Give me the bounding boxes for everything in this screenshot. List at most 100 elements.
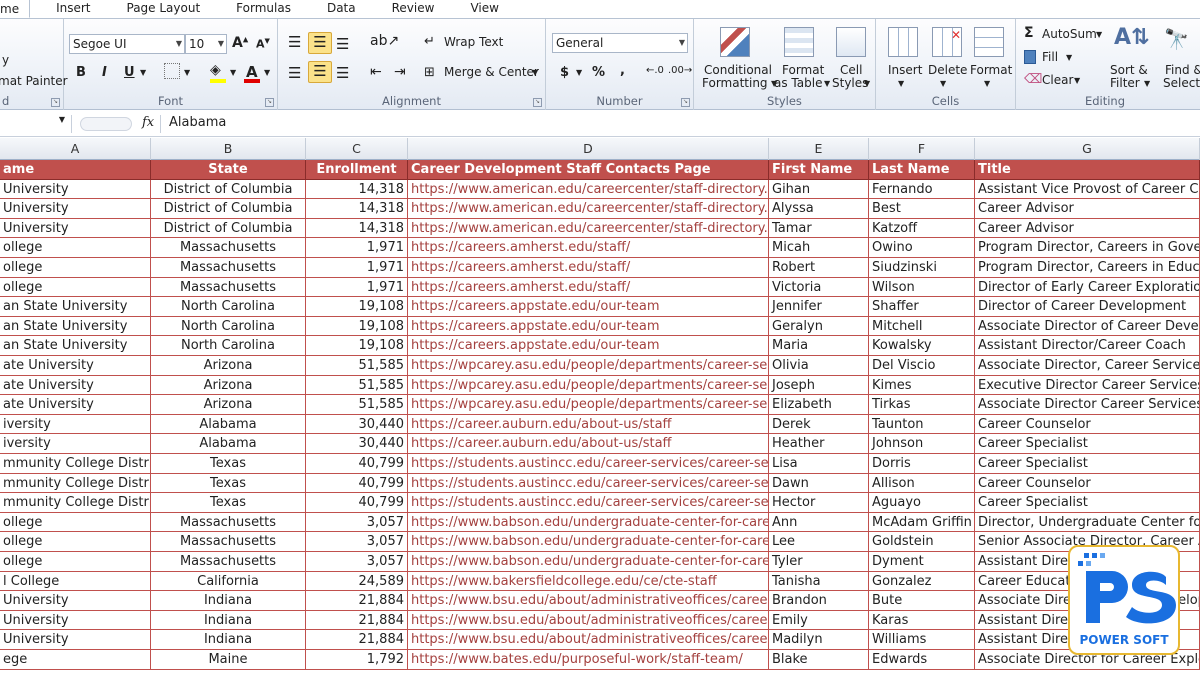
clipboard-launcher-icon[interactable]: ↘ — [51, 98, 60, 107]
table-cell[interactable]: Owino — [869, 238, 975, 258]
table-cell[interactable]: Arizona — [151, 356, 306, 376]
align-top-icon[interactable]: ☰ — [288, 33, 301, 51]
insert-function-icon[interactable]: fx — [142, 115, 154, 130]
clear-button[interactable]: Clear — [1042, 73, 1073, 87]
table-cell[interactable]: Alabama — [151, 434, 306, 454]
table-cell[interactable]: 1,971 — [306, 277, 408, 298]
table-cell[interactable]: https://students.austincc.edu/career-ser… — [408, 493, 769, 513]
increase-indent-icon[interactable]: ⇥ — [394, 64, 406, 80]
table-cell[interactable]: 51,585 — [306, 375, 408, 396]
align-left-icon[interactable]: ☰ — [288, 64, 301, 82]
borders-icon[interactable] — [164, 63, 180, 79]
chevron-down-icon[interactable]: ▼ — [898, 79, 904, 88]
find-select-icon[interactable]: 🔭 — [1164, 27, 1189, 51]
table-cell[interactable]: North Carolina — [151, 336, 306, 356]
table-cell[interactable]: Kimes — [869, 375, 975, 396]
table-cell[interactable]: mmunity College District — [0, 454, 151, 474]
table-cell[interactable]: Shaffer — [869, 297, 975, 317]
table-cell[interactable]: University — [0, 218, 151, 239]
table-cell[interactable]: 14,318 — [306, 179, 408, 200]
format-as-table-label-2[interactable]: as Table — [774, 76, 822, 90]
table-cell[interactable]: Allison — [869, 473, 975, 494]
table-cell[interactable]: 30,440 — [306, 434, 408, 454]
table-cell[interactable]: https://www.babson.edu/undergraduate-cen… — [408, 512, 769, 533]
table-cell[interactable]: Jennifer — [769, 297, 869, 317]
align-middle-icon[interactable]: ☰ — [308, 32, 332, 54]
header-cell[interactable]: Last Name — [869, 160, 975, 180]
table-cell[interactable]: Alabama — [151, 414, 306, 435]
table-cell[interactable]: Maria — [769, 336, 869, 356]
decrease-indent-icon[interactable]: ⇤ — [370, 64, 382, 80]
table-cell[interactable]: Joseph — [769, 375, 869, 396]
number-format-select[interactable]: General ▼ — [552, 33, 688, 53]
table-cell[interactable]: an State University — [0, 297, 151, 317]
table-cell[interactable]: North Carolina — [151, 316, 306, 337]
table-cell[interactable]: Karas — [869, 610, 975, 631]
table-cell[interactable]: Tanisha — [769, 571, 869, 592]
table-cell[interactable]: ollege — [0, 238, 151, 258]
table-cell[interactable]: Madilyn — [769, 630, 869, 650]
table-cell[interactable]: 40,799 — [306, 493, 408, 513]
table-cell[interactable]: https://careers.appstate.edu/our-team — [408, 316, 769, 337]
table-cell[interactable]: https://www.american.edu/careercenter/st… — [408, 179, 769, 200]
table-cell[interactable]: ollege — [0, 512, 151, 533]
table-cell[interactable]: 19,108 — [306, 336, 408, 356]
table-cell[interactable]: Massachusetts — [151, 258, 306, 278]
table-cell[interactable]: https://students.austincc.edu/career-ser… — [408, 473, 769, 494]
table-cell[interactable]: Mitchell — [869, 316, 975, 337]
autosum-icon[interactable]: Σ — [1024, 25, 1034, 41]
table-cell[interactable]: Massachusetts — [151, 277, 306, 298]
header-cell[interactable]: Career Development Staff Contacts Page — [408, 160, 769, 180]
table-cell[interactable]: Dyment — [869, 552, 975, 572]
table-cell[interactable]: ate University — [0, 395, 151, 415]
table-cell[interactable]: Career Advisor — [975, 199, 1200, 219]
table-cell[interactable]: https://wpcarey.asu.edu/people/departmen… — [408, 395, 769, 415]
table-cell[interactable]: Wilson — [869, 277, 975, 298]
table-cell[interactable]: Brandon — [769, 591, 869, 611]
table-cell[interactable]: https://www.bsu.edu/about/administrative… — [408, 591, 769, 611]
cell-styles-icon[interactable] — [836, 27, 866, 57]
table-cell[interactable]: ate University — [0, 375, 151, 396]
table-cell[interactable]: 14,318 — [306, 199, 408, 219]
header-cell[interactable]: State — [151, 160, 306, 180]
table-cell[interactable]: https://www.american.edu/careercenter/st… — [408, 218, 769, 239]
table-cell[interactable]: 19,108 — [306, 316, 408, 337]
chevron-down-icon[interactable]: ▼ — [576, 68, 582, 77]
table-cell[interactable]: Dorris — [869, 454, 975, 474]
table-cell[interactable]: Alyssa — [769, 199, 869, 219]
table-cell[interactable]: Elizabeth — [769, 395, 869, 415]
merge-center-icon[interactable]: ⊞ — [424, 65, 435, 80]
table-cell[interactable]: University — [0, 630, 151, 650]
table-cell[interactable]: Texas — [151, 493, 306, 513]
table-cell[interactable]: Arizona — [151, 395, 306, 415]
comma-button[interactable]: , — [620, 63, 625, 78]
chevron-down-icon[interactable]: ▼ — [230, 68, 236, 77]
table-cell[interactable]: Heather — [769, 434, 869, 454]
table-cell[interactable]: 19,108 — [306, 297, 408, 317]
table-cell[interactable]: Career Specialist — [975, 434, 1200, 454]
table-cell[interactable]: https://careers.amherst.edu/staff/ — [408, 258, 769, 278]
header-cell[interactable]: Enrollment — [306, 160, 408, 180]
table-cell[interactable]: 3,057 — [306, 512, 408, 533]
align-bottom-icon[interactable]: ☰ — [336, 35, 349, 53]
table-cell[interactable]: mmunity College District — [0, 473, 151, 494]
table-cell[interactable]: Kowalsky — [869, 336, 975, 356]
delete-cells-icon[interactable]: ✕ — [932, 27, 962, 57]
chevron-down-icon[interactable]: ▼ — [532, 68, 538, 77]
table-cell[interactable]: 40,799 — [306, 473, 408, 494]
table-cell[interactable]: Emily — [769, 610, 869, 631]
font-name-select[interactable]: Segoe UI ▼ — [69, 34, 185, 54]
table-cell[interactable]: Williams — [869, 630, 975, 650]
table-cell[interactable]: Director of Career Development — [975, 297, 1200, 317]
table-cell[interactable]: Geralyn — [769, 316, 869, 337]
table-cell[interactable]: Associate Director, Career Services — [975, 356, 1200, 376]
fill-icon[interactable] — [1024, 50, 1036, 64]
table-cell[interactable]: Fernando — [869, 179, 975, 200]
table-cell[interactable]: Arizona — [151, 375, 306, 396]
format-as-table-icon[interactable] — [784, 27, 814, 57]
table-cell[interactable]: 30,440 — [306, 414, 408, 435]
chevron-down-icon[interactable]: ▼ — [864, 79, 870, 88]
table-cell[interactable]: Program Director, Careers in Educatio — [975, 258, 1200, 278]
column-header-b[interactable]: B — [151, 138, 306, 160]
table-cell[interactable]: Del Viscio — [869, 356, 975, 376]
